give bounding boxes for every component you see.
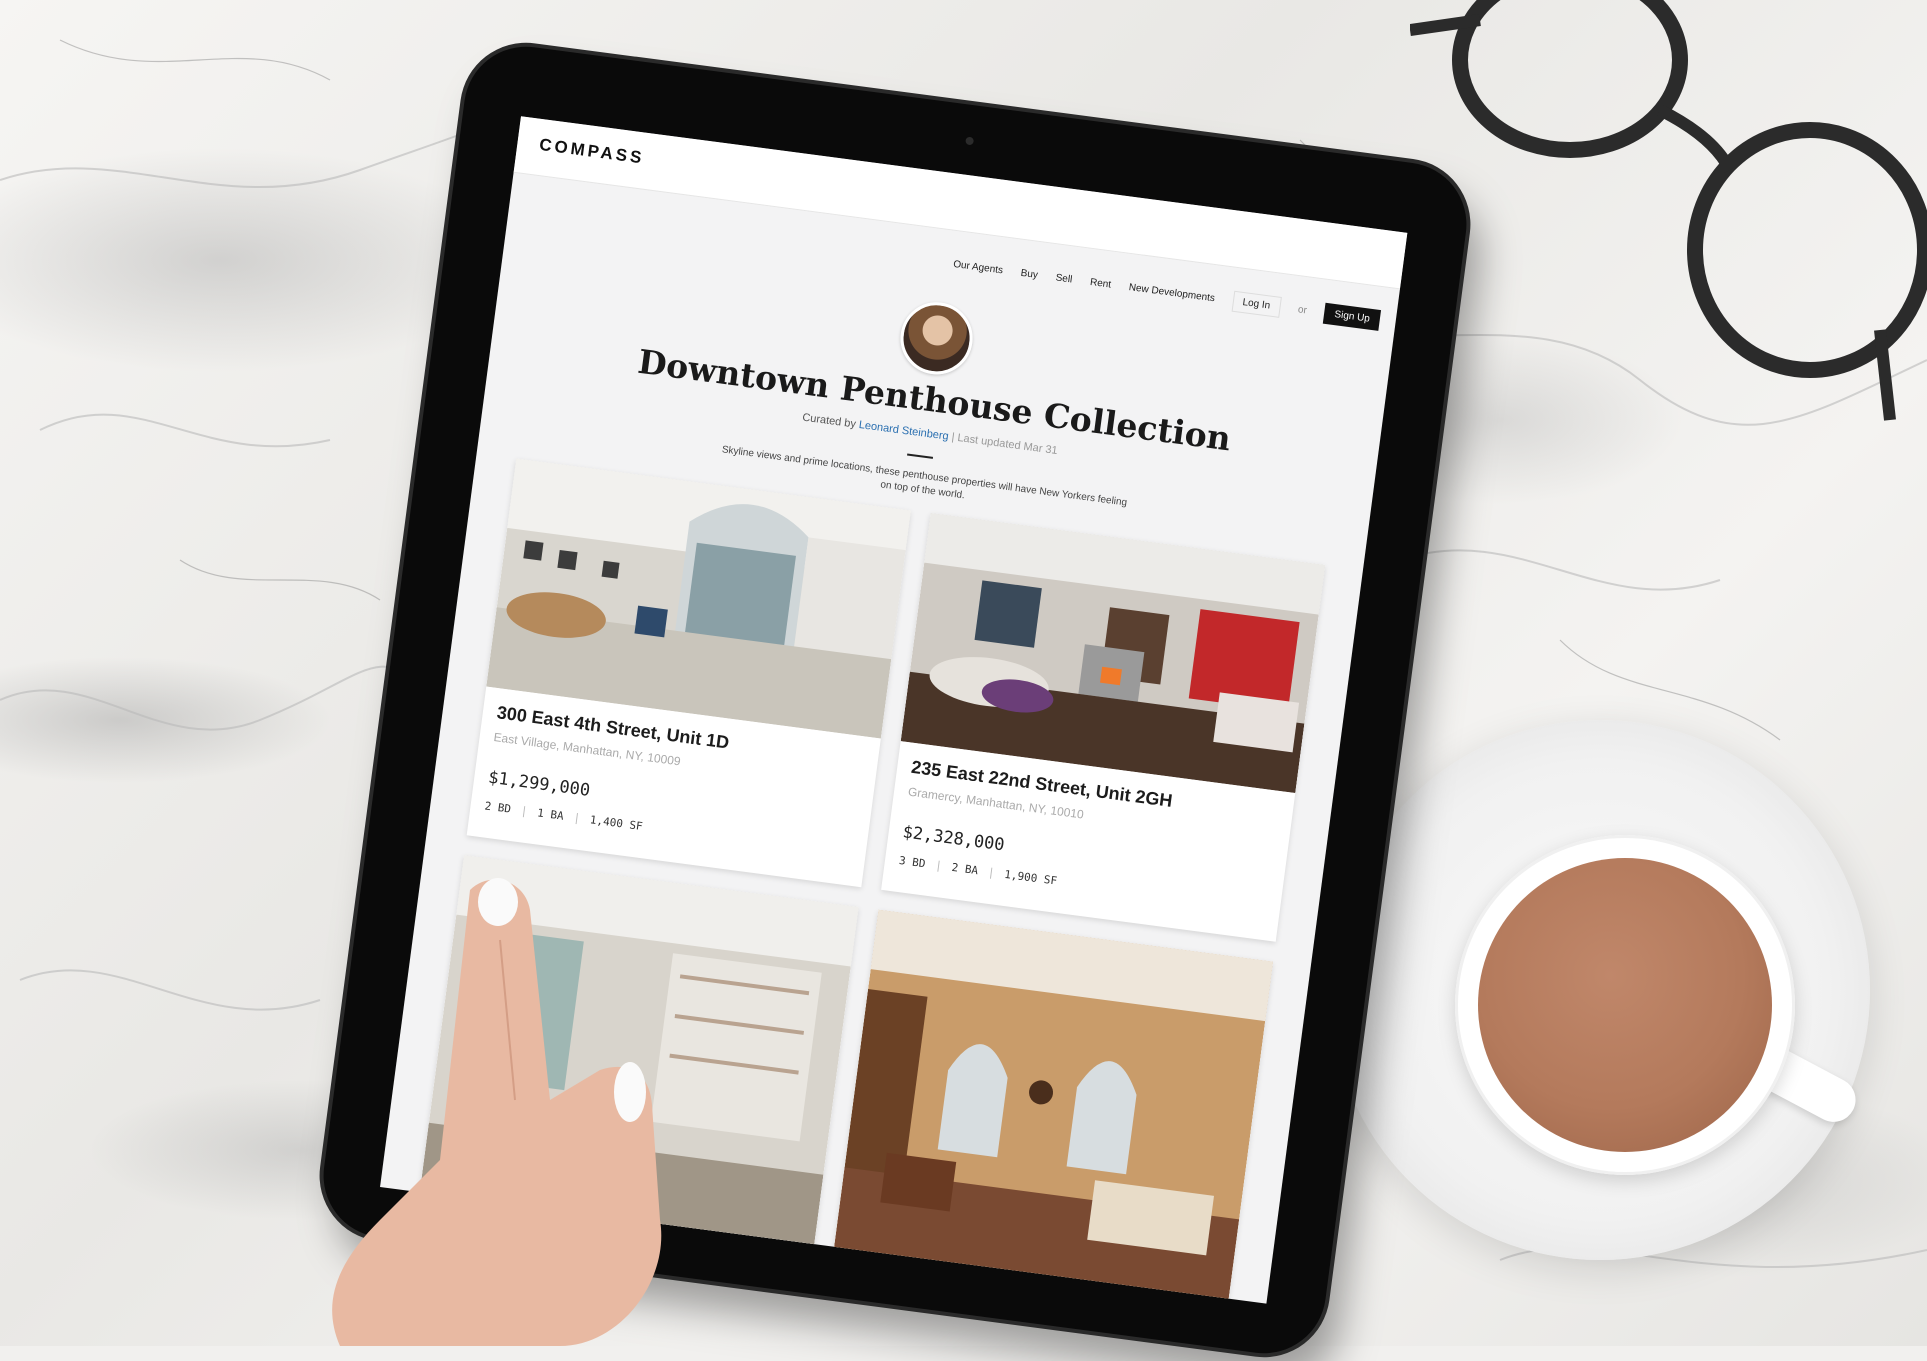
listing-card[interactable]: 235 East 22nd Street, Unit 2GH Gramercy,… — [881, 513, 1326, 942]
listing-beds: 3 BD — [898, 853, 927, 871]
nav-sell[interactable]: Sell — [1055, 272, 1073, 285]
agent-link[interactable]: Leonard Steinberg — [858, 419, 949, 443]
title-divider — [907, 453, 934, 459]
camera-icon — [965, 136, 975, 146]
nav-new-developments[interactable]: New Developments — [1128, 282, 1215, 304]
spec-separator: | — [987, 865, 996, 880]
listing-specs: 3 BD | 2 BA | 1,900 SF — [898, 854, 1058, 888]
listing-sqft: 1,400 SF — [589, 813, 644, 834]
listing-photo — [486, 458, 911, 739]
nav-our-agents[interactable]: Our Agents — [953, 259, 1004, 276]
listing-baths: 2 BA — [950, 860, 979, 878]
spec-separator: | — [520, 804, 529, 818]
listing-photo — [831, 909, 1274, 1304]
login-button[interactable]: Log In — [1231, 290, 1282, 318]
listing-baths: 1 BA — [536, 806, 565, 823]
listing-price: $2,328,000 — [901, 822, 1006, 856]
spec-separator: | — [572, 811, 581, 825]
listing-specs: 2 BD | 1 BA | 1,400 SF — [484, 799, 644, 833]
or-label: or — [1297, 304, 1308, 317]
listing-photo — [900, 513, 1326, 794]
listing-card[interactable] — [831, 909, 1274, 1304]
signup-button[interactable]: Sign Up — [1323, 302, 1382, 331]
nav-buy[interactable]: Buy — [1020, 268, 1039, 281]
eyeglasses — [1409, 0, 1927, 440]
listing-card[interactable]: 300 East 4th Street, Unit 1D East Villag… — [466, 458, 911, 888]
listing-beds: 2 BD — [483, 799, 512, 816]
curator-avatar[interactable] — [896, 297, 977, 379]
listing-price: $1,299,000 — [487, 767, 592, 801]
compass-logo[interactable]: COMPASS — [538, 135, 645, 169]
nav-rent[interactable]: Rent — [1089, 277, 1111, 291]
coffee-surface — [1478, 858, 1772, 1152]
pointing-hand — [300, 860, 760, 1346]
listing-sqft: 1,900 SF — [1003, 867, 1058, 888]
spec-separator: | — [934, 858, 943, 873]
last-updated: | Last updated Mar 31 — [950, 431, 1059, 458]
curated-prefix: Curated by — [801, 411, 857, 431]
